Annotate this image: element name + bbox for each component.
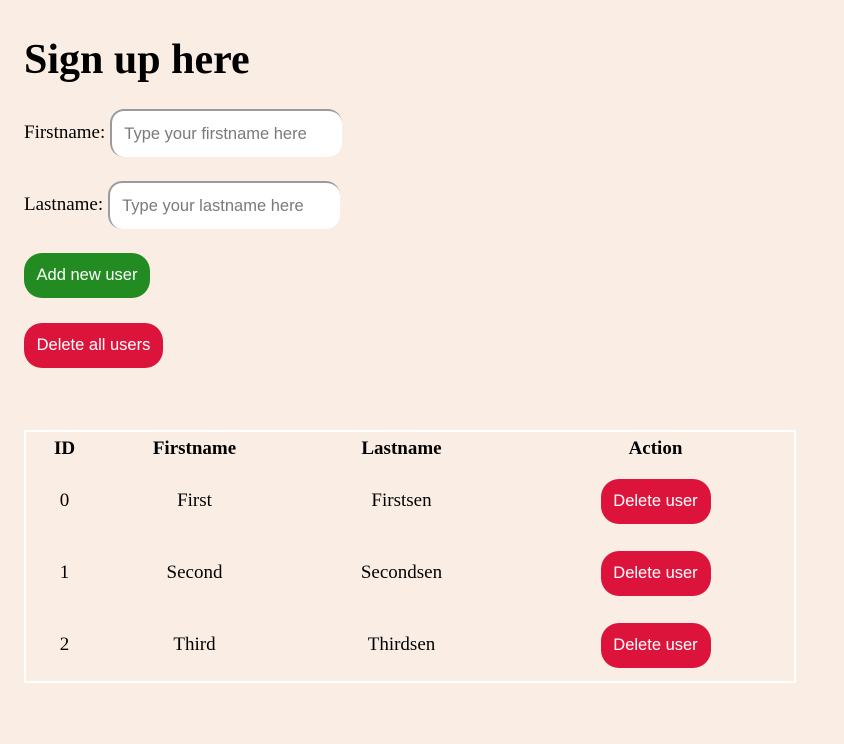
firstname-label: Firstname: bbox=[24, 122, 106, 143]
header-id: ID bbox=[53, 438, 76, 459]
table-row: 2 Third Thirdsen Delete user bbox=[26, 609, 794, 681]
lastname-row: Lastname: bbox=[24, 181, 341, 229]
firstname-input[interactable] bbox=[110, 109, 343, 157]
table-header-row: ID Firstname Lastname Action bbox=[26, 432, 794, 465]
lastname-input[interactable] bbox=[108, 181, 341, 229]
cell-firstname: First bbox=[177, 490, 212, 511]
cell-action: Delete user bbox=[517, 465, 794, 537]
cell-action: Delete user bbox=[517, 609, 794, 681]
delete-user-button[interactable]: Delete user bbox=[600, 550, 711, 596]
cell-id: 1 bbox=[59, 562, 70, 583]
delete-user-button[interactable]: Delete user bbox=[600, 478, 711, 524]
header-lastname: Lastname bbox=[361, 438, 442, 459]
add-user-button[interactable]: Add new user bbox=[24, 253, 150, 298]
page-title: Sign up here bbox=[24, 37, 250, 83]
cell-lastname: Firstsen bbox=[371, 490, 432, 511]
firstname-row: Firstname: bbox=[24, 109, 343, 157]
delete-all-users-button[interactable]: Delete all users bbox=[24, 323, 163, 368]
delete-user-button[interactable]: Delete user bbox=[600, 622, 711, 668]
header-firstname: Firstname bbox=[152, 438, 237, 459]
table-row: 0 First Firstsen Delete user bbox=[26, 465, 794, 537]
cell-lastname: Thirdsen bbox=[367, 634, 436, 655]
cell-lastname: Secondsen bbox=[360, 562, 443, 583]
users-table: ID Firstname Lastname Action 0 First Fir… bbox=[24, 430, 796, 683]
cell-firstname: Second bbox=[166, 562, 223, 583]
table-row: 1 Second Secondsen Delete user bbox=[26, 537, 794, 609]
lastname-label: Lastname: bbox=[24, 194, 104, 215]
header-action: Action bbox=[628, 438, 683, 459]
cell-firstname: Third bbox=[173, 634, 216, 655]
cell-action: Delete user bbox=[517, 537, 794, 609]
cell-id: 0 bbox=[59, 490, 70, 511]
cell-id: 2 bbox=[59, 634, 70, 655]
